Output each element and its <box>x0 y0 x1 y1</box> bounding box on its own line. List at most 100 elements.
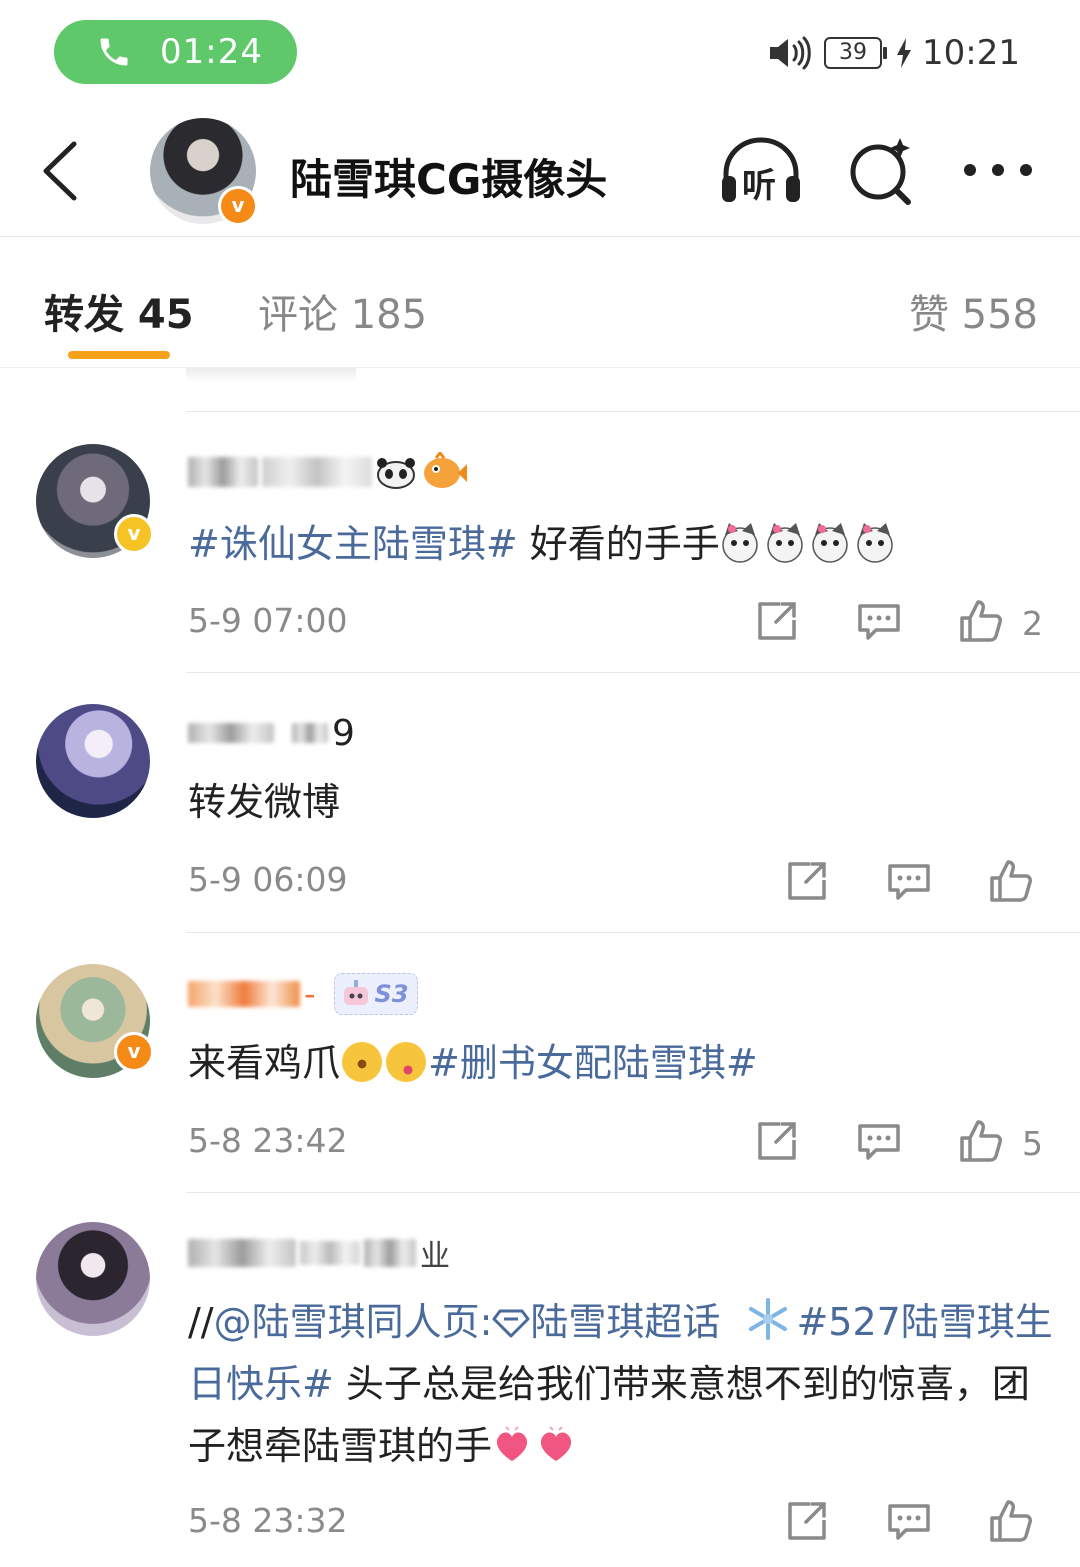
topic-link[interactable]: #删书女配陆雪琪# <box>428 1041 758 1085</box>
divider <box>0 236 1080 237</box>
post-text: #诛仙女主陆雪琪# 好看的手手 <box>188 513 1058 575</box>
thumbs-up-icon <box>986 1496 1036 1546</box>
phone-icon <box>96 34 132 70</box>
topic-link[interactable]: #诛仙女主陆雪琪# <box>188 522 518 566</box>
bolt-icon <box>896 38 912 68</box>
blurred-name <box>188 1239 296 1267</box>
post-body: 来看鸡爪 <box>188 1041 341 1085</box>
back-button[interactable] <box>34 136 94 206</box>
comment-icon <box>854 596 904 646</box>
username-visible-part: 9 <box>332 712 355 754</box>
verified-badge: v <box>114 514 154 554</box>
share-button[interactable] <box>782 856 832 906</box>
laugh-cry-emoji-icon <box>342 1042 383 1082</box>
share-icon <box>782 856 832 906</box>
back-arrow-icon <box>34 136 94 206</box>
level-badge-text: S3 <box>374 980 409 1008</box>
like-button[interactable] <box>956 1116 1006 1166</box>
comment-button[interactable] <box>854 596 904 646</box>
heart-emoji-icon <box>492 1423 580 1465</box>
divider <box>186 932 1080 933</box>
thumbs-up-icon <box>956 1116 1006 1166</box>
more-options-button[interactable] <box>958 150 1038 190</box>
tab-reposts[interactable]: 转发 45 <box>44 282 194 340</box>
post-text: //@陆雪琪同人页: 陆雪琪超话 #527陆雪琪生日快乐# 头子总是给我们带来意想不… <box>188 1291 1058 1477</box>
blurred-name <box>188 457 258 487</box>
previous-item-clipped <box>186 368 1056 382</box>
snowflake-icon <box>746 1297 790 1341</box>
verified-badge: v <box>114 1032 154 1072</box>
username[interactable]: 业 <box>188 1233 450 1274</box>
divider <box>186 411 1080 412</box>
active-tab-indicator <box>68 351 170 359</box>
repost-prefix: // <box>188 1300 214 1344</box>
username[interactable]: - S3 <box>188 973 418 1015</box>
fish-emoji-icon <box>420 452 468 492</box>
post-text: 转发微博 <box>188 780 341 824</box>
like-count: 5 <box>1022 1124 1043 1163</box>
avatar[interactable]: v <box>36 964 154 1078</box>
username-visible-part: - <box>304 975 316 1013</box>
blurred-name <box>292 723 328 743</box>
verified-badge: v <box>218 186 258 226</box>
listen-label: 听 <box>742 166 776 206</box>
username[interactable] <box>188 452 468 492</box>
like-button[interactable] <box>986 856 1036 906</box>
like-count: 2 <box>1022 604 1043 643</box>
ongoing-call-pill[interactable]: 01:24 <box>54 20 297 84</box>
mention-link[interactable]: @陆雪琪同人页: <box>214 1300 493 1344</box>
tab-comments[interactable]: 评论 185 <box>258 282 427 340</box>
listen-button[interactable]: 听 <box>718 134 804 210</box>
page-title: 陆雪琪CG摄像头 <box>290 155 608 204</box>
thumbs-up-icon <box>986 856 1036 906</box>
tongue-out-emoji-icon <box>386 1042 427 1082</box>
divider <box>186 1192 1080 1193</box>
post-time: 5-8 23:32 <box>188 1501 348 1540</box>
robot-icon <box>343 980 368 1005</box>
blurred-name <box>262 457 372 487</box>
avatar[interactable]: v <box>36 444 154 558</box>
avatar[interactable] <box>36 1222 150 1336</box>
search-icon <box>846 134 918 210</box>
volume-icon <box>768 36 814 70</box>
blurred-name <box>300 1241 360 1265</box>
share-button[interactable] <box>752 1116 802 1166</box>
call-duration: 01:24 <box>160 32 263 72</box>
username[interactable]: 9 <box>188 712 355 754</box>
post-time: 5-9 07:00 <box>188 601 348 640</box>
comment-button[interactable] <box>854 1116 904 1166</box>
tab-likes[interactable]: 赞 558 <box>909 282 1038 340</box>
post-text: 来看鸡爪 #删书女配陆雪琪# <box>188 1032 1058 1094</box>
comment-icon <box>884 1496 934 1546</box>
post-time: 5-8 23:42 <box>188 1121 348 1160</box>
thumbs-up-icon <box>956 596 1006 646</box>
like-button[interactable] <box>956 596 1006 646</box>
panda-emoji-icon <box>376 455 416 489</box>
author-avatar[interactable]: v <box>150 118 258 226</box>
post-time: 5-9 06:09 <box>188 860 348 899</box>
diamond-icon <box>492 1307 530 1339</box>
clock: 10:21 <box>922 33 1020 73</box>
share-icon <box>752 596 802 646</box>
blurred-name <box>188 723 274 743</box>
level-badge: S3 <box>333 973 418 1015</box>
blurred-name <box>188 981 300 1007</box>
comment-icon <box>884 856 934 906</box>
cat-emoji-icon <box>720 521 900 563</box>
divider <box>186 672 1080 673</box>
post-body: 好看的手手 <box>517 522 720 566</box>
battery-indicator: 39 <box>824 37 888 69</box>
search-button[interactable] <box>846 134 918 210</box>
blurred-name <box>364 1239 416 1267</box>
comment-button[interactable] <box>884 856 934 906</box>
username-visible-part: 业 <box>420 1239 450 1274</box>
comment-icon <box>854 1116 904 1166</box>
avatar[interactable] <box>36 704 150 818</box>
share-button[interactable] <box>782 1496 832 1546</box>
share-icon <box>782 1496 832 1546</box>
like-button[interactable] <box>986 1496 1036 1546</box>
comment-button[interactable] <box>884 1496 934 1546</box>
supertopic-link[interactable]: 陆雪琪超话 <box>530 1300 720 1344</box>
share-icon <box>752 1116 802 1166</box>
share-button[interactable] <box>752 596 802 646</box>
